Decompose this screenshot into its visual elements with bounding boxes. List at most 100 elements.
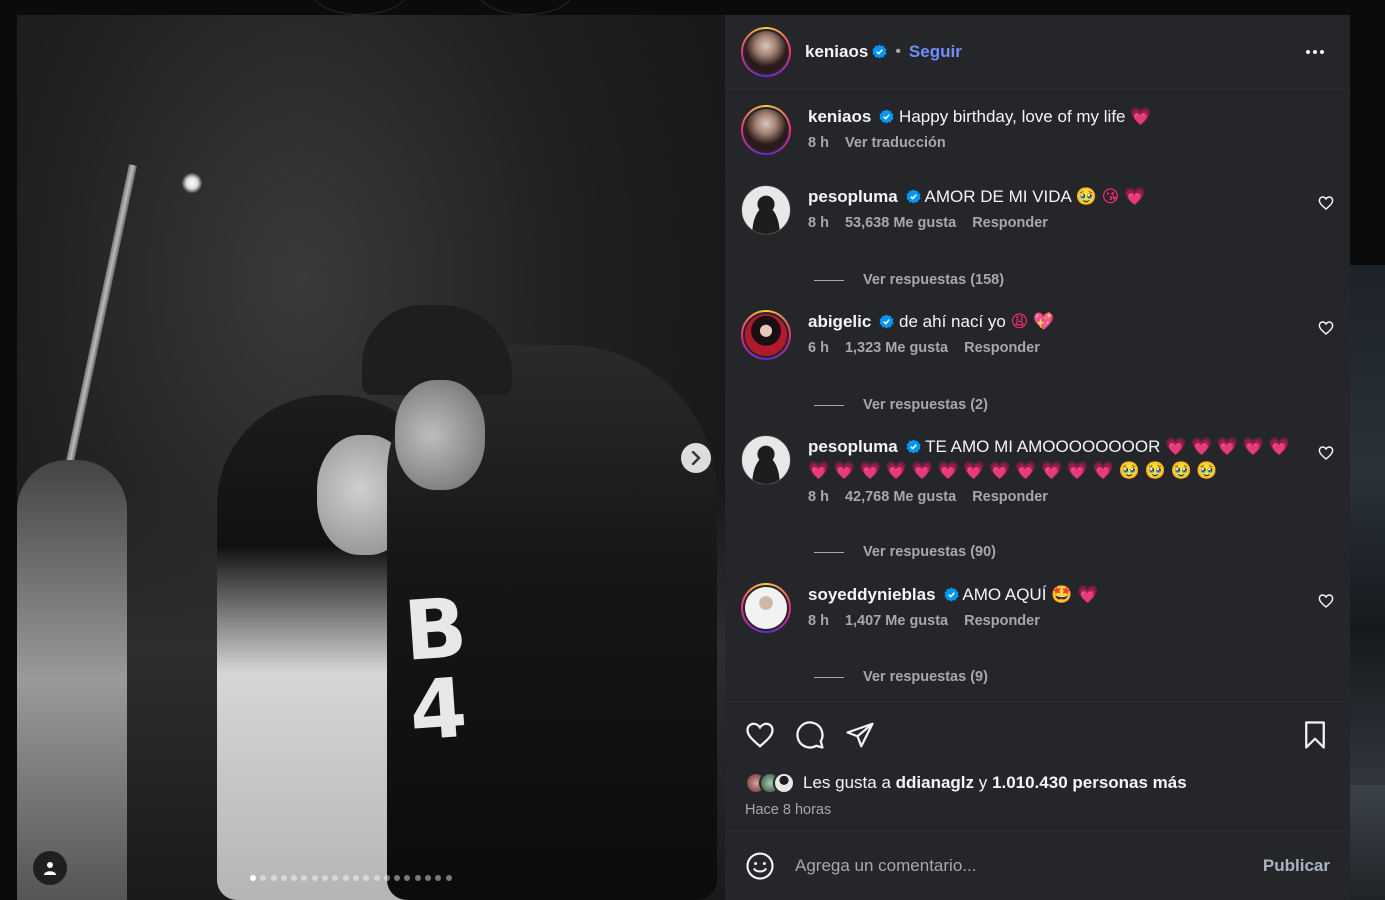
comment-username[interactable]: keniaos	[808, 107, 871, 126]
replies-line	[814, 551, 844, 553]
avatar[interactable]	[741, 185, 791, 235]
heart-icon[interactable]	[1318, 593, 1334, 609]
avatar[interactable]	[773, 772, 795, 794]
author-username[interactable]: keniaos	[805, 42, 868, 62]
background-image-strip	[1350, 785, 1385, 900]
emoji-icon[interactable]	[745, 851, 775, 881]
photo-man-face	[395, 380, 485, 490]
carousel-dot	[363, 875, 370, 881]
heart-icon[interactable]	[745, 720, 775, 750]
carousel-dot	[342, 875, 349, 881]
comment-time[interactable]: 8 h	[808, 215, 829, 231]
header-separator: •	[895, 42, 901, 60]
comment-username[interactable]: pesopluma	[808, 187, 898, 206]
comment-meta: 8 h 1,407 Me gusta Responder	[808, 613, 1294, 629]
heart-icon[interactable]	[1318, 320, 1334, 336]
heart-icon[interactable]	[1318, 195, 1334, 211]
follow-button[interactable]: Seguir	[909, 42, 962, 62]
comment-input[interactable]	[795, 856, 1263, 876]
carousel-dot	[373, 875, 380, 881]
verified-badge-icon	[944, 587, 959, 602]
comment-time[interactable]: 6 h	[808, 340, 829, 356]
comment-text: de ahí nací yo	[899, 312, 1006, 331]
comment-likes[interactable]: 53,638 Me gusta	[845, 215, 956, 231]
comment-emoji: 💗	[1130, 107, 1152, 126]
author-avatar[interactable]	[741, 26, 791, 77]
avatar-image	[743, 107, 789, 153]
comment-text: TE AMO MI AMOOOOOOOOR	[925, 437, 1161, 456]
carousel-dot	[404, 875, 411, 881]
carousel-dot	[414, 875, 421, 881]
view-replies[interactable]: Ver respuestas (2)	[814, 397, 988, 413]
verified-badge-icon	[879, 109, 894, 124]
reply-button[interactable]: Responder	[972, 215, 1048, 231]
liker-username[interactable]: ddianaglz	[896, 773, 974, 792]
carousel-dot	[322, 875, 329, 881]
view-replies[interactable]: Ver respuestas (9)	[814, 669, 988, 685]
carousel-dot	[394, 875, 401, 881]
translate-link[interactable]: Ver traducción	[845, 135, 946, 151]
comment-time[interactable]: 8 h	[808, 613, 829, 629]
comment-meta: 8 h 53,638 Me gusta Responder	[808, 215, 1294, 231]
carousel-dot	[425, 875, 432, 881]
comment-username[interactable]: soyeddynieblas	[808, 585, 936, 604]
post-header: keniaos • Seguir	[725, 15, 1350, 89]
comment-emoji: 😩 💖	[1010, 312, 1055, 331]
comment-likes[interactable]: 1,407 Me gusta	[845, 613, 948, 629]
avatar[interactable]	[741, 310, 791, 360]
background-circle	[478, 0, 573, 15]
post-side-panel: keniaos • Seguir keniaos Happy birthday,…	[725, 15, 1350, 900]
verified-badge-icon	[906, 189, 921, 204]
carousel-dot	[250, 875, 256, 881]
carousel-dot	[435, 875, 442, 881]
likes-conj: y	[978, 773, 988, 792]
send-icon[interactable]	[845, 720, 875, 750]
avatar-silhouette	[742, 436, 790, 484]
heart-icon[interactable]	[1318, 445, 1334, 461]
avatar-image	[743, 585, 789, 631]
background-circle	[312, 0, 407, 15]
photo-jersey-letters: B4	[400, 580, 471, 760]
reply-button[interactable]: Responder	[972, 489, 1048, 505]
comment-text-line: pesopluma TE AMO MI AMOOOOOOOOR 💗 💗 💗 💗 …	[808, 435, 1294, 483]
avatar-silhouette	[742, 186, 790, 234]
view-replies-label: Ver respuestas (9)	[863, 669, 988, 685]
view-replies[interactable]: Ver respuestas (90)	[814, 544, 996, 560]
avatar[interactable]	[741, 583, 791, 633]
replies-line	[814, 676, 844, 678]
reply-button[interactable]: Responder	[964, 613, 1040, 629]
comment-time[interactable]: 8 h	[808, 489, 829, 505]
reply-button[interactable]: Responder	[964, 340, 1040, 356]
avatar-image	[743, 28, 789, 75]
comment-likes[interactable]: 42,768 Me gusta	[845, 489, 956, 505]
carousel-dot	[311, 875, 318, 881]
comment-text-line: soyeddynieblas AMO AQUÍ 🤩 💗	[808, 583, 1294, 607]
comment-emoji: 🤩 💗	[1051, 585, 1099, 604]
next-photo-button[interactable]	[681, 443, 711, 473]
carousel-dot	[291, 875, 298, 881]
bookmark-icon[interactable]	[1300, 720, 1330, 750]
post-timestamp[interactable]: Hace 8 horas	[745, 802, 831, 818]
user-tag-button[interactable]	[33, 851, 67, 885]
comment-likes[interactable]: 1,323 Me gusta	[845, 340, 948, 356]
avatar-image	[743, 312, 789, 358]
background-image-strip	[1350, 265, 1385, 785]
comment-icon[interactable]	[795, 720, 825, 750]
avatar[interactable]	[741, 435, 791, 485]
view-replies-label: Ver respuestas (2)	[863, 397, 988, 413]
comment-text-line: pesopluma AMOR DE MI VIDA 🥹 😘 💗	[808, 185, 1294, 209]
action-bar	[745, 720, 1330, 750]
comment-username[interactable]: pesopluma	[808, 437, 898, 456]
comment-time[interactable]: 8 h	[808, 135, 829, 151]
comment-text: AMOR DE MI VIDA	[924, 187, 1071, 206]
view-replies-label: Ver respuestas (90)	[863, 544, 996, 560]
verified-badge-icon	[872, 44, 887, 59]
more-options-icon[interactable]	[1300, 37, 1330, 67]
comment-emoji: 🥹 😘 💗	[1075, 187, 1146, 206]
publish-button[interactable]: Publicar	[1263, 856, 1330, 876]
likes-count[interactable]: 1.010.430 personas más	[992, 773, 1187, 792]
view-replies[interactable]: Ver respuestas (158)	[814, 272, 1004, 288]
comment-username[interactable]: abigelic	[808, 312, 871, 331]
likes-text: Les gusta a ddianaglz y 1.010.430 person…	[803, 773, 1187, 793]
avatar[interactable]	[741, 105, 791, 155]
